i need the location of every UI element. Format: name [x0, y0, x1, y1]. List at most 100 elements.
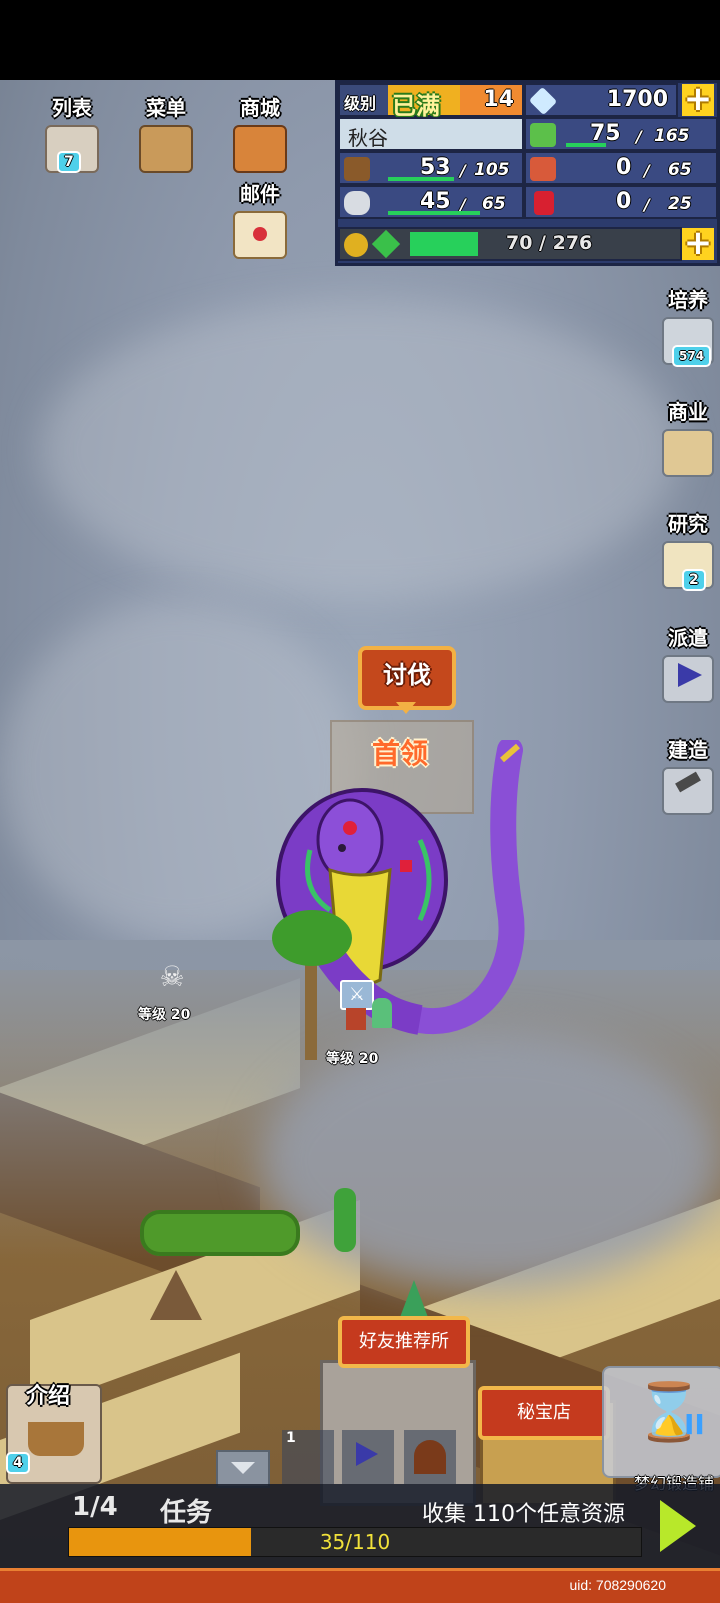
- sword-icon: ⚔: [340, 980, 374, 1010]
- list-button[interactable]: 列表 7: [32, 92, 112, 173]
- boss-label: 首领: [372, 737, 429, 770]
- business-button[interactable]: 商业: [656, 396, 720, 477]
- quest-progress-text: 35/110: [319, 1530, 391, 1554]
- flower-bush: [140, 1210, 300, 1256]
- ruby-icon: [534, 191, 554, 215]
- status-bar: [0, 0, 720, 80]
- quest-next-button[interactable]: [660, 1500, 696, 1552]
- train-icon: 574: [662, 317, 714, 367]
- quest-label: 任务: [160, 1498, 213, 1528]
- grass-icon: [530, 123, 556, 147]
- cave-icon: [414, 1440, 446, 1474]
- food-cell: 0 / 65: [524, 151, 718, 185]
- hero-unit[interactable]: ⚔: [336, 980, 376, 1030]
- level-value: 14: [483, 87, 514, 112]
- shop-label: 商城: [240, 96, 280, 120]
- mail-label: 邮件: [240, 182, 280, 206]
- research-label: 研究: [668, 512, 708, 536]
- ally-unit[interactable]: [372, 998, 392, 1028]
- stone-icon: [344, 191, 370, 215]
- building-slot-flag[interactable]: [342, 1430, 394, 1484]
- train-button[interactable]: 培养 574: [656, 284, 720, 367]
- gem-cell: 1700: [524, 83, 678, 117]
- uid-text: uid: 708290620: [569, 1577, 666, 1593]
- subjugate-button[interactable]: 讨伐: [358, 646, 456, 710]
- fruit-basket-icon: [530, 157, 556, 181]
- house-icon: [662, 429, 714, 477]
- green-gem-icon: [371, 229, 401, 259]
- flag-icon: [662, 655, 714, 703]
- wood-bar: [388, 177, 454, 181]
- scroll-icon: 2: [662, 541, 714, 591]
- hammer-icon: [662, 767, 714, 815]
- coin-icon: [344, 233, 368, 257]
- building-slot-cave[interactable]: [404, 1430, 456, 1484]
- fog-cloud: [40, 300, 680, 600]
- fog-cloud: [260, 1030, 720, 1290]
- stone-cell: 45 / 65: [338, 185, 524, 219]
- add-exp-button[interactable]: +: [682, 226, 714, 260]
- grass-bar: [566, 143, 606, 147]
- intro-label: 介绍: [26, 1384, 71, 1409]
- rock: [150, 1270, 202, 1320]
- toolbar-badge: 1: [286, 1430, 296, 1446]
- exp-text: 70 / 276: [506, 232, 593, 254]
- grass-cell: 75 / 165: [524, 117, 718, 151]
- level-status: 已满: [392, 92, 440, 120]
- research-button[interactable]: 研究 2: [656, 508, 720, 591]
- cactus: [334, 1188, 356, 1252]
- shop-button[interactable]: 商城: [220, 92, 300, 173]
- wood-max: 105: [474, 160, 510, 180]
- flag-icon: [356, 1442, 378, 1466]
- skeleton-enemy[interactable]: ☠: [152, 960, 192, 996]
- signboard-icon: [139, 125, 193, 173]
- collapse-button[interactable]: [216, 1450, 270, 1488]
- exp-fill: [410, 232, 478, 256]
- exp-bar-cell: 70 / 276: [338, 227, 682, 261]
- friend-facility-sign[interactable]: 好友推荐所: [338, 1316, 470, 1368]
- list-icon: 7: [45, 125, 99, 173]
- mail-button[interactable]: 邮件: [220, 178, 300, 259]
- diamond-icon: [528, 86, 558, 116]
- ruby-current: 0: [616, 189, 632, 214]
- build-button[interactable]: 建造: [656, 734, 720, 815]
- town-name: 秋谷: [348, 126, 388, 150]
- food-max: 65: [668, 160, 692, 180]
- research-badge: 2: [682, 569, 706, 591]
- intro-button[interactable]: 介绍 4: [6, 1384, 102, 1484]
- quest-count: 1/4: [72, 1492, 118, 1522]
- ruby-cell: 0 / 25: [524, 185, 718, 219]
- treasure-chest-icon: [233, 125, 287, 173]
- level-cell: 级别 已满 14: [338, 83, 524, 120]
- build-label: 建造: [668, 738, 708, 762]
- stone-max: 65: [482, 194, 506, 214]
- food-current: 0: [616, 155, 632, 180]
- hero-level: 等级 20: [326, 1051, 379, 1067]
- intro-badge: 4: [6, 1452, 30, 1474]
- grass-max: 165: [654, 126, 690, 146]
- building-slot-tower[interactable]: 1: [282, 1430, 334, 1484]
- list-badge: 7: [57, 151, 81, 173]
- ruby-max: 25: [668, 194, 692, 214]
- quest-description: 收集 110个任意资源: [422, 1502, 625, 1527]
- wood-log-icon: [344, 157, 370, 181]
- menu-label: 菜单: [146, 96, 186, 120]
- uid-bar: uid: 708290620: [0, 1568, 720, 1603]
- chevron-down-icon: [231, 1462, 255, 1474]
- dispatch-label: 派遣: [668, 626, 708, 650]
- banner-pointer: [396, 702, 416, 714]
- menu-button[interactable]: 菜单: [126, 92, 206, 173]
- dispatch-button[interactable]: 派遣: [656, 622, 720, 703]
- business-label: 商业: [668, 400, 708, 424]
- add-gems-button[interactable]: +: [682, 82, 714, 116]
- speed-panel[interactable]: ⌛ II: [602, 1366, 720, 1478]
- list-label: 列表: [52, 96, 92, 120]
- train-badge: 574: [672, 345, 712, 367]
- pause-icon[interactable]: II: [684, 1408, 705, 1441]
- treasure-shop-sign[interactable]: 秘宝店: [478, 1386, 610, 1440]
- envelope-icon: [233, 211, 287, 259]
- quest-progress-bar: 35/110: [68, 1527, 642, 1557]
- enemy-level: 等级 20: [138, 1007, 191, 1023]
- level-label: 级别: [344, 94, 377, 113]
- town-name-cell: 秋谷: [338, 117, 524, 151]
